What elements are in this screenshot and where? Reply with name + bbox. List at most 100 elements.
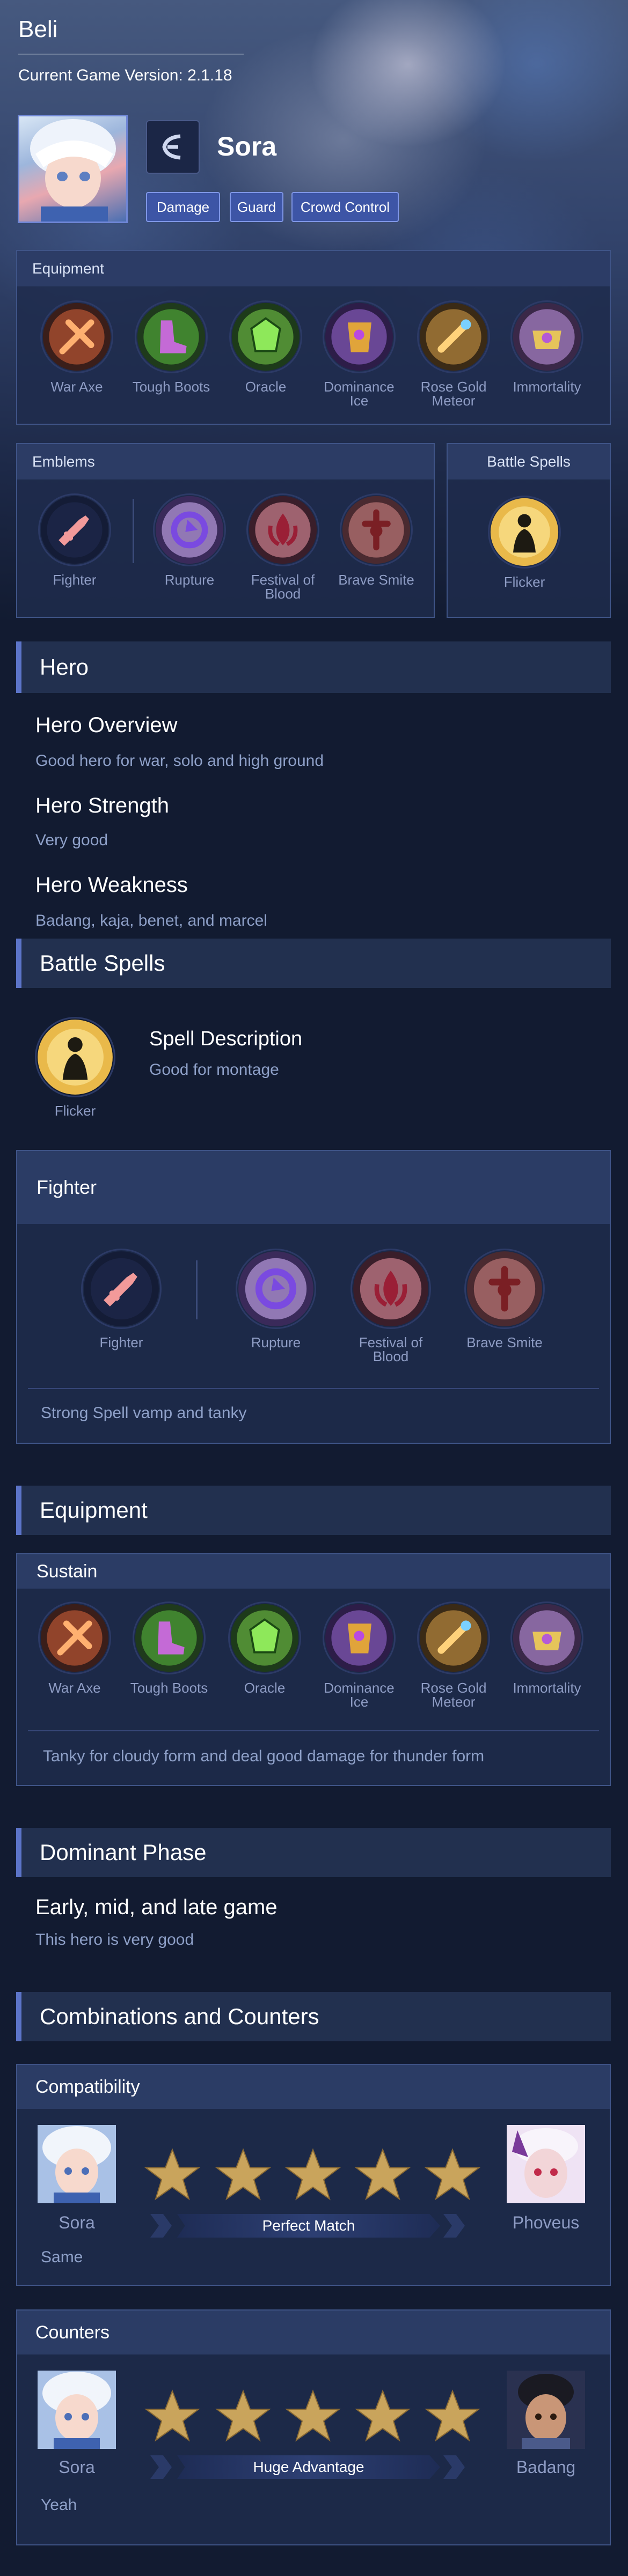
- item-label: Brave Smite: [338, 572, 414, 588]
- equipment-item-tough-boots[interactable]: Tough Boots: [129, 1601, 209, 1695]
- counters-star-icon-2: [215, 2389, 271, 2442]
- equipment-item-dominance-ice[interactable]: Dominance Ice: [319, 300, 399, 408]
- username: Beli: [18, 16, 58, 42]
- phoveus-avatar-art: [507, 2125, 585, 2203]
- war-axe-icon: [38, 1601, 111, 1674]
- avatar-phoveus[interactable]: [507, 2125, 585, 2203]
- compat-left-name: Sora: [59, 2213, 95, 2232]
- compat-note: Same: [41, 2248, 83, 2266]
- counters-note: Yeah: [41, 2496, 77, 2514]
- equipment-panel-title: Equipment: [17, 251, 610, 286]
- immortality-icon: [510, 1601, 583, 1674]
- emblem-item-festival-of-blood[interactable]: Festival of Blood: [348, 1249, 434, 1363]
- item-label: Oracle: [245, 379, 287, 395]
- emblem-item-brave-smite[interactable]: Brave Smite: [336, 493, 417, 587]
- compatibility-title: Compatibility: [17, 2065, 610, 2109]
- emblem-divider: [133, 499, 134, 563]
- tough-boots-icon: [133, 1601, 206, 1674]
- emblem-item-brave-smite[interactable]: Brave Smite: [462, 1249, 547, 1349]
- combinations-counters-header: Combinations and Counters: [16, 1992, 611, 2041]
- fighter-emblem-title: Fighter: [17, 1151, 610, 1224]
- item-label: Immortality: [513, 1680, 581, 1696]
- item-label: Rupture: [251, 1334, 301, 1350]
- emblem-item-rupture[interactable]: Rupture: [149, 493, 230, 587]
- compat-star-icon-4: [355, 2148, 411, 2201]
- item-label: War Axe: [50, 379, 103, 395]
- compat-right-name: Phoveus: [512, 2213, 580, 2232]
- equipment-item-rose-gold-meteor[interactable]: Rose Gold Meteor: [413, 1601, 494, 1709]
- item-label: Dominance Ice: [324, 379, 395, 409]
- emblems-panel-title: Emblems: [17, 444, 434, 479]
- equipment-item-dominance-ice[interactable]: Dominance Ice: [319, 1601, 399, 1709]
- page: Beli Current Game Version: 2.1.18 Sora D…: [0, 0, 628, 2576]
- spell-label: Flicker: [503, 574, 545, 590]
- equipment-note: Tanky for cloudy form and deal good dama…: [43, 1747, 485, 1765]
- item-label: Immortality: [513, 379, 581, 395]
- equipment-item-war-axe[interactable]: War Axe: [36, 300, 117, 394]
- fighter-icon: [81, 1249, 162, 1329]
- counters-star-icon-3: [285, 2389, 341, 2442]
- emblem-item-fighter[interactable]: Fighter: [78, 1249, 164, 1349]
- festival-of-blood-icon: [246, 493, 319, 566]
- brave-smite-icon: [340, 493, 413, 566]
- equipment-item-tough-boots[interactable]: Tough Boots: [131, 300, 211, 394]
- emblem-item-fighter[interactable]: Fighter: [34, 493, 115, 587]
- hero-section-header: Hero: [16, 641, 611, 693]
- tough-boots-icon: [135, 300, 208, 373]
- rose-gold-meteor-icon: [417, 1601, 490, 1674]
- emblem-item-festival-of-blood[interactable]: Festival of Blood: [243, 493, 323, 601]
- equipment-item-oracle[interactable]: Oracle: [224, 1601, 305, 1695]
- separator: [28, 1388, 599, 1389]
- dominance-ice-icon: [323, 1601, 396, 1674]
- role-emblem-icon: [162, 134, 181, 160]
- item-label: War Axe: [48, 1680, 101, 1696]
- equipment-item-immortality[interactable]: Immortality: [507, 1601, 587, 1695]
- compat-star-icon-2: [215, 2148, 271, 2201]
- item-label: Brave Smite: [466, 1334, 543, 1350]
- oracle-icon: [228, 1601, 301, 1674]
- counters-left-name: Sora: [59, 2457, 95, 2477]
- hero-overview-title: Hero Overview: [35, 713, 178, 737]
- hero-portrait-art: [30, 119, 116, 222]
- flicker-icon: [35, 1017, 115, 1097]
- compat-banner: Perfect Match: [177, 2214, 440, 2238]
- spell-flicker[interactable]: Flicker: [484, 496, 565, 589]
- item-label: Rose Gold Meteor: [420, 379, 487, 409]
- item-label: Dominance Ice: [324, 1680, 395, 1710]
- emblem-divider: [196, 1260, 198, 1319]
- spell-description-title: Spell Description: [149, 1028, 303, 1050]
- spell-description-text: Good for montage: [149, 1061, 279, 1079]
- counters-star-icon-1: [144, 2389, 200, 2442]
- hero-overview-text: Good hero for war, solo and high ground: [35, 752, 324, 770]
- hero-weakness-text: Badang, kaja, benet, and marcel: [35, 912, 267, 929]
- rupture-icon: [236, 1249, 316, 1329]
- dominance-ice-icon: [323, 300, 396, 373]
- item-label: Rose Gold Meteor: [420, 1680, 487, 1710]
- item-label: Festival of Blood: [359, 1334, 423, 1364]
- spell-flicker-large[interactable]: Flicker: [33, 1017, 117, 1118]
- tag-damage: Damage: [146, 192, 220, 222]
- hero-role-emblem: [146, 120, 200, 174]
- emblem-note: Strong Spell vamp and tanky: [41, 1404, 247, 1422]
- equipment-item-immortality[interactable]: Immortality: [507, 300, 587, 394]
- avatar-sora[interactable]: [38, 2371, 116, 2449]
- separator: [28, 1730, 599, 1731]
- rose-gold-meteor-icon: [417, 300, 490, 373]
- game-version: Current Game Version: 2.1.18: [18, 67, 232, 84]
- sora-avatar-art: [38, 2371, 116, 2449]
- equipment-item-oracle[interactable]: Oracle: [225, 300, 306, 394]
- flicker-icon: [488, 496, 561, 569]
- item-label: Fighter: [99, 1334, 143, 1350]
- counters-title: Counters: [17, 2311, 610, 2354]
- tag-guard: Guard: [230, 192, 283, 222]
- hero-portrait[interactable]: [18, 115, 128, 223]
- equipment-item-rose-gold-meteor[interactable]: Rose Gold Meteor: [413, 300, 494, 408]
- dominant-phase-header: Dominant Phase: [16, 1828, 611, 1877]
- dominant-phase-text: Early, mid, and late game: [35, 1895, 278, 1919]
- equipment-item-war-axe[interactable]: War Axe: [34, 1601, 115, 1695]
- emblem-item-rupture[interactable]: Rupture: [233, 1249, 319, 1349]
- avatar-sora[interactable]: [38, 2125, 116, 2203]
- hero-name: Sora: [217, 131, 277, 161]
- item-label: Tough Boots: [132, 379, 210, 395]
- avatar-badang[interactable]: [507, 2371, 585, 2449]
